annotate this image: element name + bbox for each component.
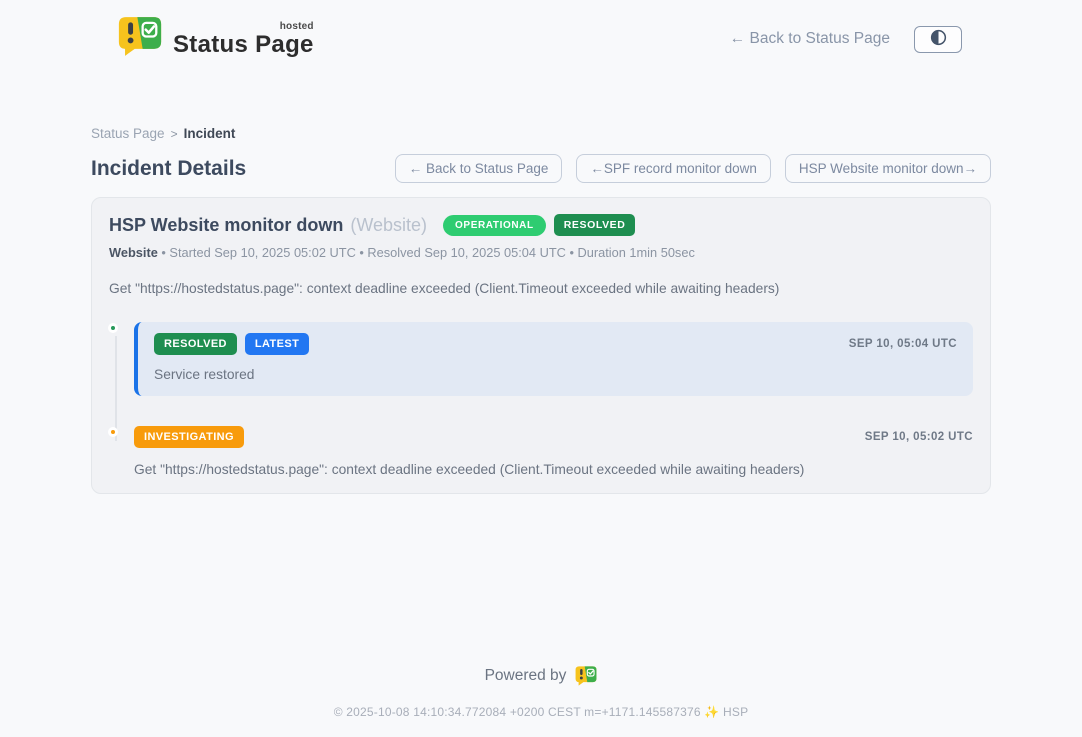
- main-content: Status Page > Incident Incident Details ← …: [91, 64, 991, 494]
- breadcrumb-root[interactable]: Status Page: [91, 126, 165, 141]
- header-actions: ← Back to Status Page: [730, 26, 962, 53]
- incident-component: (Website): [350, 215, 427, 236]
- breadcrumb-current: Incident: [184, 126, 236, 141]
- meta-component: Website: [109, 245, 158, 260]
- timeline-entry-header: INVESTIGATING SEP 10, 05:02 UTC: [134, 426, 973, 448]
- timeline-entry-latest: RESOLVED LATEST SEP 10, 05:04 UTC Servic…: [134, 322, 973, 396]
- copyright-line: © 2025-10-08 14:10:34.772084 +0200 CEST …: [0, 705, 1082, 719]
- logo-superscript: hosted: [280, 22, 314, 32]
- incident-meta: Website • Started Sep 10, 2025 05:02 UTC…: [109, 245, 973, 260]
- hsp-logo-icon[interactable]: [575, 666, 597, 686]
- back-to-status-page-button[interactable]: ← Back to Status Page: [395, 154, 563, 183]
- timeline-badges: INVESTIGATING: [134, 426, 244, 448]
- status-page-logo-icon: [118, 16, 162, 62]
- latest-badge: LATEST: [245, 333, 309, 355]
- orange-dot-icon: [108, 427, 118, 437]
- resolved-status-badge: RESOLVED: [554, 214, 636, 236]
- powered-by-label: Powered by: [485, 667, 567, 685]
- timeline-message: Get "https://hostedstatus.page": context…: [134, 462, 973, 477]
- powered-by: Powered by: [0, 666, 1082, 686]
- site-logo[interactable]: hosted Status Page: [118, 16, 314, 62]
- incident-nav-buttons: ← Back to Status Page ←SPF record monito…: [395, 154, 991, 183]
- header-back-link[interactable]: ← Back to Status Page: [730, 30, 890, 48]
- incident-title: HSP Website monitor down: [109, 215, 343, 236]
- half-circle-icon: [929, 28, 948, 50]
- incident-card: HSP Website monitor down (Website) OPERA…: [91, 197, 991, 494]
- brand-name: Status Page: [173, 33, 314, 57]
- timeline-timestamp: SEP 10, 05:04 UTC: [849, 338, 957, 350]
- page-title: Incident Details: [91, 157, 246, 181]
- breadcrumb: Status Page > Incident: [91, 64, 991, 141]
- logo-text: hosted Status Page: [173, 22, 314, 57]
- investigating-badge: INVESTIGATING: [134, 426, 244, 448]
- breadcrumb-separator: >: [171, 127, 178, 141]
- green-dot-icon: [108, 323, 118, 333]
- theme-toggle-button[interactable]: [914, 26, 962, 53]
- timeline-connector-line: [115, 336, 117, 441]
- prev-incident-button[interactable]: ←SPF record monitor down: [576, 154, 771, 183]
- operational-badge: OPERATIONAL: [443, 215, 546, 236]
- resolved-badge: RESOLVED: [154, 333, 237, 355]
- incident-title-row: HSP Website monitor down (Website) OPERA…: [109, 214, 973, 236]
- header: hosted Status Page ← Back to Status Page: [0, 0, 1082, 64]
- next-incident-button[interactable]: HSP Website monitor down→: [785, 154, 991, 183]
- timeline-timestamp: SEP 10, 05:02 UTC: [865, 431, 973, 443]
- timeline-entry-investigating: INVESTIGATING SEP 10, 05:02 UTC Get "htt…: [134, 426, 973, 477]
- meta-details: • Started Sep 10, 2025 05:02 UTC • Resol…: [158, 245, 695, 260]
- timeline-badges: RESOLVED LATEST: [154, 333, 309, 355]
- incident-timeline: RESOLVED LATEST SEP 10, 05:04 UTC Servic…: [109, 322, 973, 477]
- title-row: Incident Details ← Back to Status Page ←…: [91, 154, 991, 183]
- timeline-message: Service restored: [154, 367, 957, 382]
- footer: Powered by © 2025-10-08 14:10:34.772084 …: [0, 666, 1082, 719]
- incident-description: Get "https://hostedstatus.page": context…: [109, 281, 973, 296]
- timeline-entry-header: RESOLVED LATEST SEP 10, 05:04 UTC: [154, 333, 957, 355]
